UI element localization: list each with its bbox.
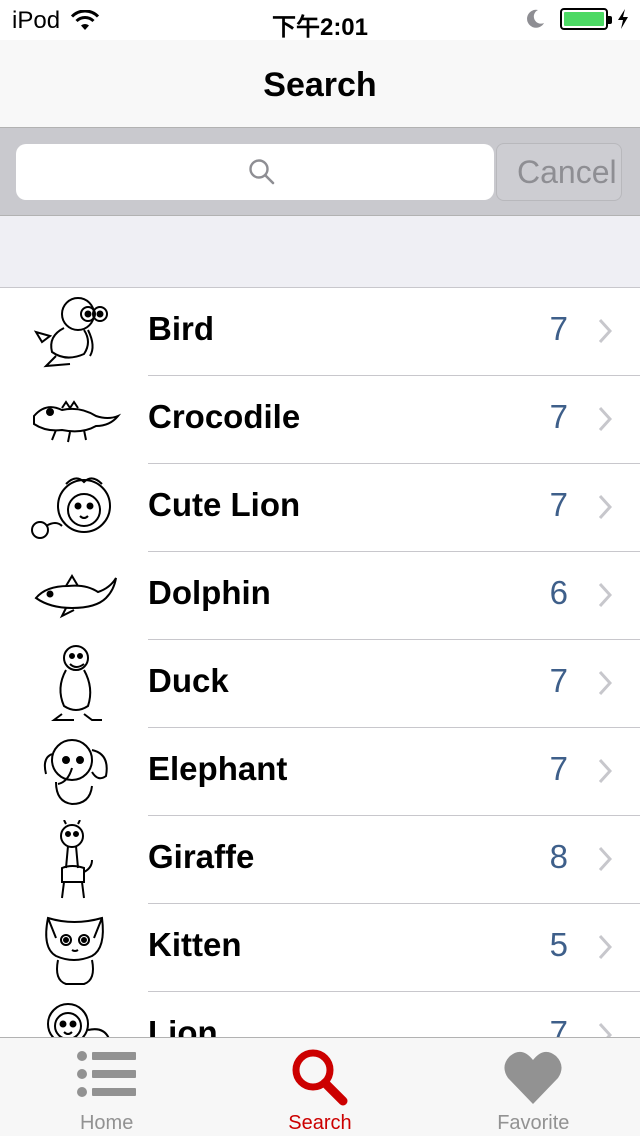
status-right [524,8,630,30]
page-title: Search [263,66,377,104]
list-item-label: Dolphin [148,574,271,611]
battery-icon [560,8,612,30]
chevron-right-icon [598,846,612,872]
chevron-right-icon [598,582,612,608]
list-item-count: 6 [549,574,568,611]
charging-bolt-icon [618,9,628,29]
list-item-count: 5 [549,926,568,963]
status-bar: iPod 下午2:01 [0,0,640,41]
bird-drawing-icon [33,297,108,368]
battery-tip [608,16,612,24]
list-item-label: Duck [148,662,229,699]
tab-favorite[interactable]: Favorite [427,1038,640,1136]
list-item[interactable]: Lion 7 [0,992,640,1037]
tab-search[interactable]: Search [213,1038,426,1136]
list-item-count: 8 [549,838,568,875]
search-field[interactable] [16,144,494,200]
list-icon [76,1051,136,1097]
list-item[interactable]: Elephant 7 [0,728,640,816]
elephant-drawing-icon [43,739,108,806]
chevron-right-icon [598,406,612,432]
duck-drawing-icon [51,645,102,721]
search-input[interactable] [16,144,494,200]
search-bar: Cancel [0,128,640,216]
heart-icon [504,1051,562,1104]
chevron-right-icon [598,934,612,960]
navigation-bar: Search [0,40,640,128]
chevron-right-icon [598,758,612,784]
tab-home[interactable]: Home [0,1038,213,1136]
list-item-label: Bird [148,310,214,347]
list-item-label: Crocodile [148,398,301,435]
dolphin-drawing-icon [34,574,117,619]
list-item-count: 7 [549,1014,568,1037]
chevron-right-icon [598,318,612,344]
crocodile-drawing-icon [33,400,122,443]
list-item[interactable]: Bird 7 [0,288,640,376]
list-item-label: Kitten [148,926,242,963]
animal-list[interactable]: Bird 7 Crocodile 7 Cute Lion 7 Dolphin 6… [0,288,640,1037]
list-item[interactable]: Duck 7 [0,640,640,728]
list-item-count: 7 [549,662,568,699]
list-item[interactable]: Cute Lion 7 [0,464,640,552]
list-item-label: Elephant [148,750,288,787]
chevron-right-icon [598,494,612,520]
list-item-label: Lion [148,1014,218,1037]
list-item[interactable]: Giraffe 8 [0,816,640,904]
tab-bar: Home Search Favorite [0,1037,640,1136]
battery-fill [564,12,604,26]
chevron-right-icon [598,670,612,696]
kitten-drawing-icon [45,916,104,985]
list-item-label: Cute Lion [148,486,301,523]
section-header [0,216,640,288]
tab-search-label: Search [288,1112,352,1134]
list-item-count: 7 [549,486,568,523]
list-item-count: 7 [549,398,568,435]
tab-home-label: Home [79,1112,134,1134]
list-item[interactable]: Dolphin 6 [0,552,640,640]
chevron-right-icon [598,1022,612,1037]
list-item-count: 7 [549,310,568,347]
list-item-count: 7 [549,750,568,787]
list-item[interactable]: Kitten 5 [0,904,640,992]
cute-lion-drawing-icon [31,477,111,539]
lion-drawing-icon [47,1003,110,1037]
moon-icon [527,9,544,28]
search-icon [292,1049,348,1106]
giraffe-drawing-icon [60,820,93,899]
list-item-label: Giraffe [148,838,255,875]
cancel-button[interactable]: Cancel [496,143,622,201]
tab-favorite-label: Favorite [497,1112,570,1134]
list-item[interactable]: Crocodile 7 [0,376,640,464]
